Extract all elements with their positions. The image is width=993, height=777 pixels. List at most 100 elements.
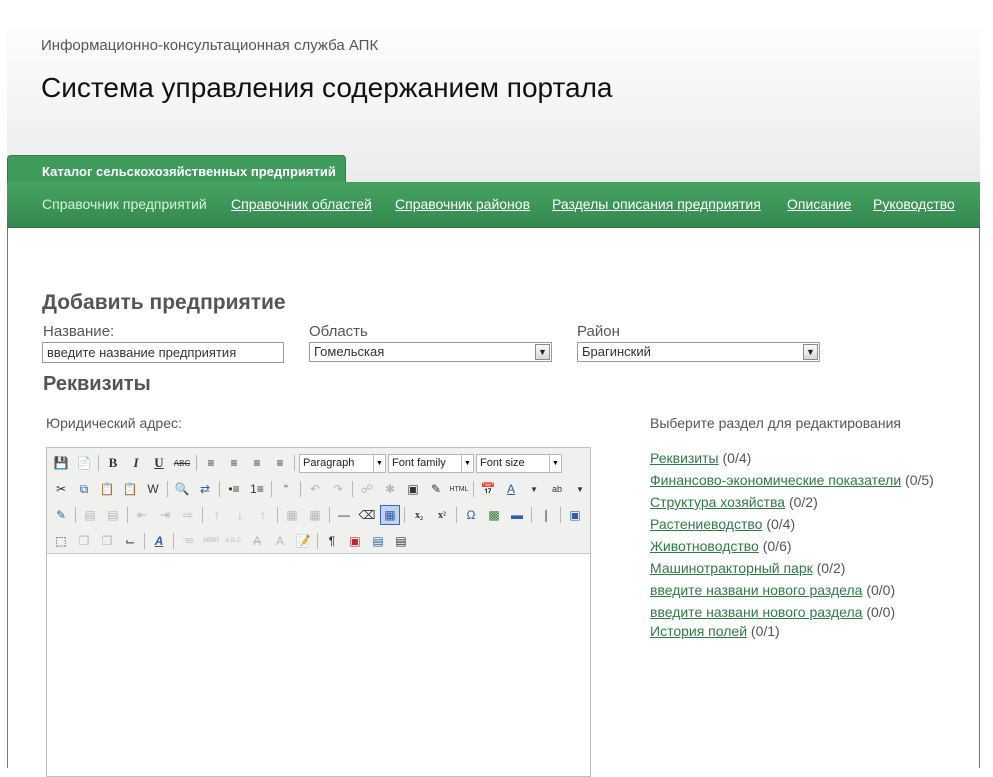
acronym-icon[interactable]: A.B.C. [224,531,244,551]
edit-icon[interactable]: ✎ [51,505,71,525]
insert-col-before-icon[interactable]: ↑ [207,505,227,525]
chevron-down-icon[interactable]: ▼ [570,479,590,499]
chevron-down-icon[interactable]: ▼ [535,344,550,360]
italic-icon[interactable]: I [126,453,146,473]
template-icon[interactable]: ▤ [368,531,388,551]
abbr-icon[interactable]: ABBR [201,531,221,551]
region-select[interactable]: Гомельская ▼ [309,342,552,362]
chevron-down-icon[interactable]: ▼ [461,454,473,472]
section-link[interactable]: Растениеводство [650,516,762,532]
blockquote-icon[interactable]: “ [276,479,296,499]
toolbar-separator [560,507,561,523]
fullscreen-icon[interactable]: ▣ [565,505,585,525]
image-icon[interactable]: ▣ [403,479,423,499]
toolbar-separator [317,533,318,549]
horizontal-rule-icon[interactable]: — [334,505,354,525]
highlight-color-icon[interactable]: ab [547,479,567,499]
insert-col-after-icon[interactable]: ↓ [230,505,250,525]
text-color-icon[interactable]: A [501,479,521,499]
section-link[interactable]: Машинотракторный парк [650,560,813,576]
insert-text-icon[interactable]: A [270,531,290,551]
toolbar-separator [294,455,295,471]
cut-icon[interactable]: ✂ [51,479,71,499]
section-link[interactable]: введите названи нового раздела [650,604,862,620]
section-link[interactable]: Финансово-экономические показатели [650,472,901,488]
page-title: Система управления содержанием портала [41,72,613,103]
superscript-icon[interactable]: x² [432,505,452,525]
chevron-down-icon[interactable]: ▼ [524,479,544,499]
table-icon[interactable]: ▦ [380,505,400,525]
strikethrough-icon[interactable]: ABC [172,453,192,473]
chevron-down-icon[interactable]: ▼ [549,454,561,472]
align-right-icon[interactable]: ≡ [247,453,267,473]
new-document-icon[interactable]: 📄 [74,453,94,473]
align-center-icon[interactable]: ≡ [224,453,244,473]
align-left-icon[interactable]: ≡ [201,453,221,473]
direction-icon[interactable]: ❘ [536,505,556,525]
chevron-down-icon[interactable]: ▼ [803,344,818,360]
nonbreaking-icon[interactable]: ▣ [345,531,365,551]
advanced-hr-icon[interactable]: ▬ [507,505,527,525]
delete-col-icon[interactable]: ↑ [253,505,273,525]
delete-text-icon[interactable]: A [247,531,267,551]
copy-icon[interactable]: ⧉ [74,479,94,499]
align-justify-icon[interactable]: ≡ [270,453,290,473]
underline-icon[interactable]: U [149,453,169,473]
bullet-list-icon[interactable]: •≡ [224,479,244,499]
section-link[interactable]: Животноводство [650,538,759,554]
numbered-list-icon[interactable]: 1≡ [247,479,267,499]
nav-guide[interactable]: Руководство [873,196,955,212]
replace-icon[interactable]: ⇄ [195,479,215,499]
insert-row-after-icon[interactable]: ⇥ [155,505,175,525]
cleanup-icon[interactable]: ✎ [426,479,446,499]
delete-row-icon[interactable]: ⇨ [178,505,198,525]
save-icon[interactable]: 💾 [51,453,71,473]
paste-word-icon[interactable]: W [143,479,163,499]
font-family-select[interactable]: Font family ▼ [388,453,474,473]
html-source-icon[interactable]: HTML [449,479,469,499]
toolbar-separator [277,507,278,523]
paste-icon[interactable]: 📋 [97,479,117,499]
media-icon[interactable]: ▩ [484,505,504,525]
layer-icon[interactable]: ❐ [74,531,94,551]
insert-row-before-icon[interactable]: ⇤ [132,505,152,525]
chevron-down-icon[interactable]: ▼ [373,454,385,472]
link-icon[interactable]: ☍ [357,479,377,499]
nav-description-sections[interactable]: Разделы описания предприятия [552,196,761,212]
font-size-select[interactable]: Font size ▼ [476,453,562,473]
paste-text-icon[interactable]: 📋 [120,479,140,499]
insert-date-icon[interactable]: 📅 [478,479,498,499]
section-link[interactable]: История полей [650,623,747,639]
bold-icon[interactable]: B [103,453,123,473]
layer-move-icon[interactable]: ❐ [97,531,117,551]
attributes-icon[interactable]: 📝 [293,531,313,551]
nav-enterprises[interactable]: Справочник предприятий [42,196,207,212]
pilcrow-icon[interactable]: ¶ [322,531,342,551]
subscript-icon[interactable]: x₂ [409,505,429,525]
nav-districts[interactable]: Справочник районов [395,196,530,212]
section-link[interactable]: Структура хозяйства [650,494,785,510]
page-break-icon[interactable]: ▤ [391,531,411,551]
split-cells-icon[interactable]: ▦ [282,505,302,525]
find-icon[interactable]: 🔍 [172,479,192,499]
cell-props-icon[interactable]: ▤ [103,505,123,525]
district-select[interactable]: Брагинский ▼ [577,342,820,362]
special-char-icon[interactable]: Ω [461,505,481,525]
crop-icon[interactable]: ⌙ [120,531,140,551]
unlink-icon[interactable]: ✱ [380,479,400,499]
tab-catalog[interactable]: Каталог сельскохозяйственных предприятий [7,155,346,185]
visual-aid-icon[interactable]: ⬚ [51,531,71,551]
format-select[interactable]: Paragraph ▼ [299,453,386,473]
row-props-icon[interactable]: ▤ [80,505,100,525]
name-input[interactable] [42,342,284,363]
styles-icon[interactable]: A [149,531,169,551]
redo-icon[interactable]: ↷ [328,479,348,499]
cite-icon[interactable]: “99 [178,531,198,551]
nav-regions[interactable]: Справочник областей [231,196,372,212]
undo-icon[interactable]: ↶ [305,479,325,499]
section-link[interactable]: Реквизиты [650,450,719,466]
merge-cells-icon[interactable]: ▦ [305,505,325,525]
section-link[interactable]: введите названи нового раздела [650,582,862,598]
nav-description[interactable]: Описание [787,196,851,212]
remove-format-icon[interactable]: ⌫ [357,505,377,525]
